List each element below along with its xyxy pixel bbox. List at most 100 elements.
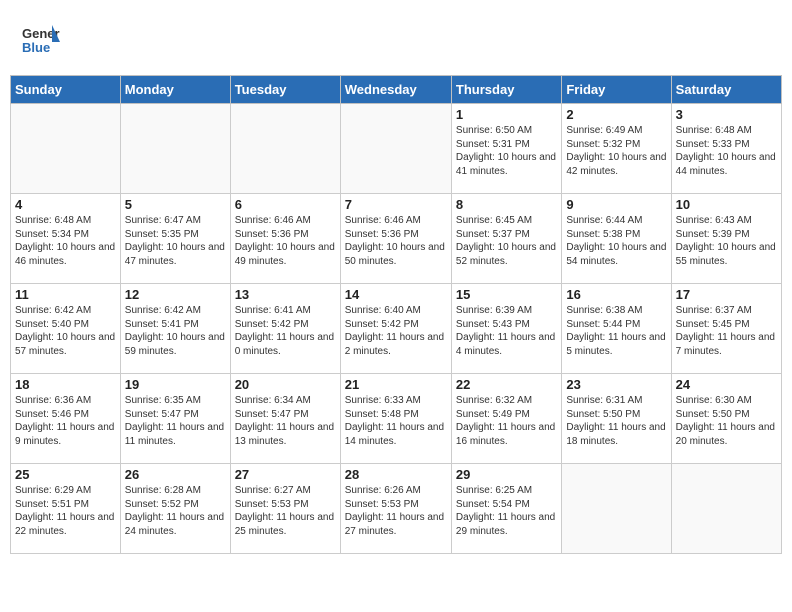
day-info: Sunrise: 6:33 AM Sunset: 5:48 PM Dayligh… [345, 394, 447, 448]
calendar-cell: 5 Sunrise: 6:47 AM Sunset: 5:35 PM Daylig… [120, 194, 230, 284]
calendar-cell: 2 Sunrise: 6:49 AM Sunset: 5:32 PM Daylig… [562, 104, 671, 194]
col-header-monday: Monday [120, 76, 230, 104]
calendar-cell: 10Sunrise: 6:43 AM Sunset: 5:39 PM Dayli… [671, 194, 781, 284]
calendar-cell: 13 Sunrise: 6:41 AM Sunset: 5:42 PM Dayli… [230, 284, 340, 374]
day-number: 16 [566, 287, 666, 302]
calendar-cell: 15 Sunrise: 6:39 AM Sunset: 5:43 PM Dayli… [451, 284, 561, 374]
day-info: Sunrise: 6:46 AM Sunset: 5:36 PM Dayligh… [345, 214, 447, 268]
day-info: Sunrise: 6:34 AM Sunset: 5:47 PM Dayligh… [235, 394, 336, 448]
day-info: Sunrise: 6:38 AM Sunset: 5:44 PM Dayligh… [566, 304, 666, 358]
calendar-cell: 21 Sunrise: 6:33 AM Sunset: 5:48 PM Dayli… [340, 374, 451, 464]
day-info: Sunrise: 6:47 AM Sunset: 5:35 PM Dayligh… [125, 214, 226, 268]
day-info: Sunrise: 6:27 AM Sunset: 5:53 PM Dayligh… [235, 484, 336, 538]
day-number: 13 [235, 287, 336, 302]
day-number: 21 [345, 377, 447, 392]
day-number: 8 [456, 197, 557, 212]
day-info: Sunrise: 6:44 AM Sunset: 5:38 PM Dayligh… [566, 214, 666, 268]
day-info: Sunrise: 6:49 AM Sunset: 5:32 PM Dayligh… [566, 124, 666, 178]
day-number: 20 [235, 377, 336, 392]
calendar-cell: 3 Sunrise: 6:48 AM Sunset: 5:33 PM Daylig… [671, 104, 781, 194]
day-info: Sunrise: 6:48 AM Sunset: 5:33 PM Dayligh… [676, 124, 777, 178]
day-number: 25 [15, 467, 116, 482]
calendar-cell [562, 464, 671, 554]
col-header-saturday: Saturday [671, 76, 781, 104]
calendar-cell: 28 Sunrise: 6:26 AM Sunset: 5:53 PM Dayli… [340, 464, 451, 554]
calendar-cell: 25 Sunrise: 6:29 AM Sunset: 5:51 PM Dayli… [11, 464, 121, 554]
day-info: Sunrise: 6:46 AM Sunset: 5:36 PM Dayligh… [235, 214, 336, 268]
day-number: 5 [125, 197, 226, 212]
day-info: Sunrise: 6:29 AM Sunset: 5:51 PM Dayligh… [15, 484, 116, 538]
calendar-cell: 20 Sunrise: 6:34 AM Sunset: 5:47 PM Dayli… [230, 374, 340, 464]
calendar-cell: 8 Sunrise: 6:45 AM Sunset: 5:37 PM Daylig… [451, 194, 561, 284]
day-number: 22 [456, 377, 557, 392]
day-number: 17 [676, 287, 777, 302]
calendar-cell: 14Sunrise: 6:40 AM Sunset: 5:42 PM Dayli… [340, 284, 451, 374]
day-info: Sunrise: 6:42 AM Sunset: 5:40 PM Dayligh… [15, 304, 116, 358]
day-info: Sunrise: 6:45 AM Sunset: 5:37 PM Dayligh… [456, 214, 557, 268]
calendar-cell: 4 Sunrise: 6:48 AM Sunset: 5:34 PM Daylig… [11, 194, 121, 284]
logo-icon: General Blue [20, 20, 60, 60]
calendar-table: SundayMondayTuesdayWednesdayThursdayFrid… [10, 75, 782, 554]
day-number: 26 [125, 467, 226, 482]
calendar-cell: 7Sunrise: 6:46 AM Sunset: 5:36 PM Daylig… [340, 194, 451, 284]
day-number: 9 [566, 197, 666, 212]
day-info: Sunrise: 6:26 AM Sunset: 5:53 PM Dayligh… [345, 484, 447, 538]
calendar-cell: 19 Sunrise: 6:35 AM Sunset: 5:47 PM Dayli… [120, 374, 230, 464]
calendar-cell: 11 Sunrise: 6:42 AM Sunset: 5:40 PM Dayli… [11, 284, 121, 374]
calendar-cell: 24 Sunrise: 6:30 AM Sunset: 5:50 PM Dayli… [671, 374, 781, 464]
calendar-cell: 27 Sunrise: 6:27 AM Sunset: 5:53 PM Dayli… [230, 464, 340, 554]
day-number: 19 [125, 377, 226, 392]
day-number: 24 [676, 377, 777, 392]
day-number: 15 [456, 287, 557, 302]
day-info: Sunrise: 6:35 AM Sunset: 5:47 PM Dayligh… [125, 394, 226, 448]
col-header-friday: Friday [562, 76, 671, 104]
day-info: Sunrise: 6:43 AM Sunset: 5:39 PM Dayligh… [676, 214, 777, 268]
calendar-cell: 1 Sunrise: 6:50 AM Sunset: 5:31 PM Daylig… [451, 104, 561, 194]
col-header-sunday: Sunday [11, 76, 121, 104]
day-info: Sunrise: 6:30 AM Sunset: 5:50 PM Dayligh… [676, 394, 777, 448]
day-number: 14 [345, 287, 447, 302]
day-number: 1 [456, 107, 557, 122]
day-info: Sunrise: 6:36 AM Sunset: 5:46 PM Dayligh… [15, 394, 116, 448]
day-number: 28 [345, 467, 447, 482]
calendar-cell: 12 Sunrise: 6:42 AM Sunset: 5:41 PM Dayli… [120, 284, 230, 374]
calendar-cell: 29Sunrise: 6:25 AM Sunset: 5:54 PM Dayli… [451, 464, 561, 554]
day-number: 11 [15, 287, 116, 302]
day-number: 2 [566, 107, 666, 122]
calendar-cell: 22 Sunrise: 6:32 AM Sunset: 5:49 PM Dayli… [451, 374, 561, 464]
calendar-cell: 6 Sunrise: 6:46 AM Sunset: 5:36 PM Daylig… [230, 194, 340, 284]
calendar-cell [230, 104, 340, 194]
calendar-header-row: SundayMondayTuesdayWednesdayThursdayFrid… [11, 76, 782, 104]
day-info: Sunrise: 6:28 AM Sunset: 5:52 PM Dayligh… [125, 484, 226, 538]
day-info: Sunrise: 6:48 AM Sunset: 5:34 PM Dayligh… [15, 214, 116, 268]
calendar-cell: 23 Sunrise: 6:31 AM Sunset: 5:50 PM Dayli… [562, 374, 671, 464]
week-row-5: 25 Sunrise: 6:29 AM Sunset: 5:51 PM Dayli… [11, 464, 782, 554]
week-row-2: 4 Sunrise: 6:48 AM Sunset: 5:34 PM Daylig… [11, 194, 782, 284]
col-header-tuesday: Tuesday [230, 76, 340, 104]
calendar-cell: 18 Sunrise: 6:36 AM Sunset: 5:46 PM Dayli… [11, 374, 121, 464]
day-number: 3 [676, 107, 777, 122]
day-info: Sunrise: 6:41 AM Sunset: 5:42 PM Dayligh… [235, 304, 336, 358]
header: General Blue [10, 10, 782, 71]
day-info: Sunrise: 6:42 AM Sunset: 5:41 PM Dayligh… [125, 304, 226, 358]
week-row-1: 1 Sunrise: 6:50 AM Sunset: 5:31 PM Daylig… [11, 104, 782, 194]
day-info: Sunrise: 6:32 AM Sunset: 5:49 PM Dayligh… [456, 394, 557, 448]
day-info: Sunrise: 6:25 AM Sunset: 5:54 PM Dayligh… [456, 484, 557, 538]
day-number: 4 [15, 197, 116, 212]
calendar-cell: 9 Sunrise: 6:44 AM Sunset: 5:38 PM Daylig… [562, 194, 671, 284]
day-info: Sunrise: 6:39 AM Sunset: 5:43 PM Dayligh… [456, 304, 557, 358]
day-info: Sunrise: 6:50 AM Sunset: 5:31 PM Dayligh… [456, 124, 557, 178]
calendar-cell: 16 Sunrise: 6:38 AM Sunset: 5:44 PM Dayli… [562, 284, 671, 374]
day-number: 18 [15, 377, 116, 392]
calendar-cell [11, 104, 121, 194]
day-number: 27 [235, 467, 336, 482]
col-header-wednesday: Wednesday [340, 76, 451, 104]
calendar-cell [671, 464, 781, 554]
day-number: 23 [566, 377, 666, 392]
week-row-4: 18 Sunrise: 6:36 AM Sunset: 5:46 PM Dayli… [11, 374, 782, 464]
col-header-thursday: Thursday [451, 76, 561, 104]
day-number: 12 [125, 287, 226, 302]
day-info: Sunrise: 6:31 AM Sunset: 5:50 PM Dayligh… [566, 394, 666, 448]
day-number: 6 [235, 197, 336, 212]
logo: General Blue [20, 20, 64, 65]
